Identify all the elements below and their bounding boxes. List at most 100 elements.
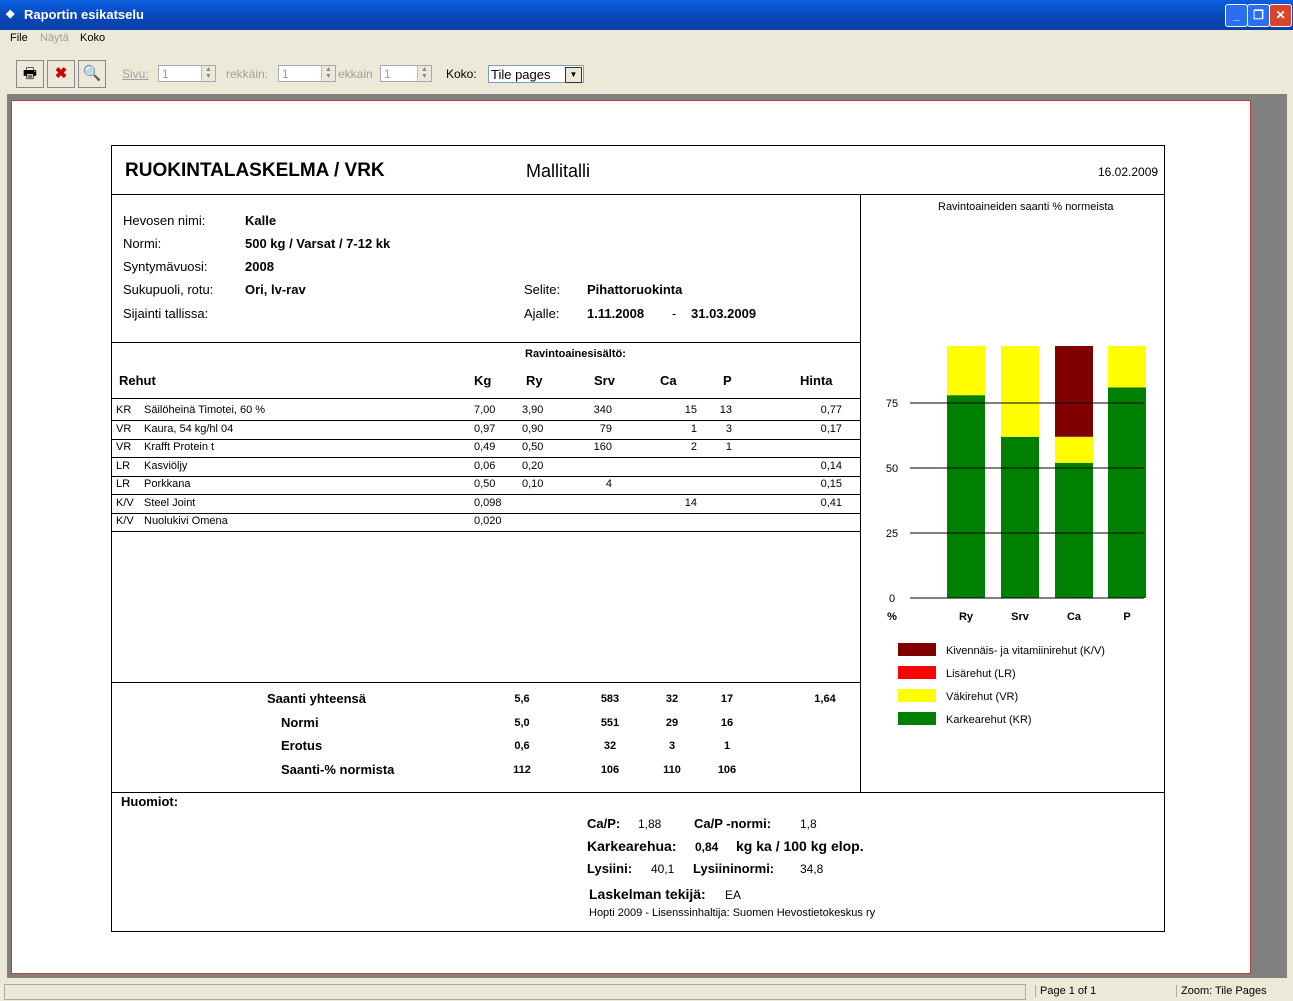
menu-koko[interactable]: Koko — [80, 32, 105, 44]
ajalle-dash: - — [672, 306, 677, 321]
col-kg: Kg — [474, 373, 492, 388]
summary-ca: 3 — [668, 740, 676, 752]
bar-segment — [1108, 346, 1146, 388]
y-axis-label: % — [887, 611, 897, 623]
row-srv: 4 — [605, 478, 612, 490]
row-srv: 340 — [593, 404, 612, 416]
row-name: Kaura, 54 kg/hl 04 — [144, 422, 234, 435]
row-type: K/V — [116, 515, 134, 527]
name-label: Hevosen nimi: — [123, 213, 206, 228]
row-ca: 14 — [684, 496, 697, 509]
col-hinta: Hinta — [800, 373, 833, 388]
row-ry: 0,90 — [522, 422, 544, 435]
ekkain-spinner[interactable]: 1 ▲ ▼ — [380, 65, 432, 82]
spinner-arrows-icon[interactable]: ▲ ▼ — [321, 66, 335, 81]
bar-segment — [1001, 436, 1039, 598]
summary-ry: 0,6 — [514, 740, 530, 752]
printer-icon: 🖶 — [22, 65, 38, 82]
horse-name: Kalle — [245, 213, 277, 228]
row-ca: 1 — [690, 422, 697, 435]
summary-label: Saanti-% normista — [281, 761, 395, 777]
summary-ca: 32 — [665, 693, 679, 705]
selite-label: Selite: — [524, 282, 561, 297]
col-rehut: Rehut — [119, 373, 156, 388]
rekkain-spinner[interactable]: 1 ▲ ▼ — [278, 65, 336, 82]
row-name: Kasviöljy — [144, 459, 188, 472]
row-ca: 2 — [690, 441, 697, 453]
ekkain-label: ekkain — [338, 67, 373, 81]
close-preview-button[interactable]: ✖ — [47, 60, 75, 88]
status-bar: Page 1 of 1 Zoom: Tile Pages — [0, 982, 1293, 1001]
huomiot-label: Huomiot: — [121, 794, 179, 809]
born-value: 2008 — [245, 259, 274, 274]
menu-bar: File Näytä Koko — [0, 30, 1293, 48]
row-kg: 7,00 — [474, 404, 496, 416]
chart-title: Ravintoaineiden saanti % normeista — [938, 201, 1114, 213]
menu-nayta[interactable]: Näytä — [40, 32, 69, 44]
ajalle-to: 31.03.2009 — [691, 306, 757, 321]
chevron-down-icon[interactable]: ▼ — [565, 67, 582, 83]
row-type: LR — [116, 459, 131, 472]
summary-label: Erotus — [281, 738, 323, 753]
legend-label: Kivennäis- ja vitamiinirehut (K/V) — [946, 645, 1105, 657]
menu-file[interactable]: File — [10, 32, 28, 44]
legend-label: Väkirehut (VR) — [946, 691, 1018, 703]
legend-swatch — [898, 643, 936, 656]
summary-ca: 110 — [663, 763, 681, 776]
sivu-spinner[interactable]: 1 ▲ ▼ — [158, 65, 216, 82]
koko-select[interactable]: Tile pages ▼ — [488, 65, 584, 83]
born-label: Syntymävuosi: — [123, 259, 208, 274]
status-zoom: Zoom: Tile Pages — [1176, 985, 1267, 997]
bar-segment — [947, 346, 985, 396]
x-tick-label: Ca — [1067, 611, 1082, 623]
koko-label: Koko: — [446, 67, 477, 81]
row-ry: 3,90 — [522, 404, 544, 416]
table-row: K/V Nuolukivi Omena 0,020 — [112, 513, 861, 532]
row-type: LR — [116, 478, 131, 490]
bar-segment — [947, 395, 985, 598]
row-kg: 0,06 — [474, 459, 496, 472]
summary-label: Saanti yhteensä — [267, 691, 366, 706]
close-button[interactable]: ✕ — [1269, 4, 1292, 27]
row-hinta: 0,41 — [820, 496, 842, 509]
legend-swatch — [898, 712, 936, 725]
row-kg: 0,098 — [474, 496, 502, 509]
magnifier-icon: 🔍 — [82, 65, 102, 82]
norm-value: 500 kg / Varsat / 7-12 kk — [245, 236, 391, 251]
x-tick-label: P — [1123, 611, 1130, 623]
report-title: RUOKINTALASKELMA / VRK — [125, 160, 385, 181]
col-p: P — [723, 373, 732, 388]
row-hinta: 0,14 — [820, 459, 842, 472]
row-hinta: 0,77 — [820, 404, 842, 416]
row-hinta: 0,17 — [820, 422, 842, 435]
row-type: K/V — [116, 496, 134, 509]
report-date: 16.02.2009 — [1098, 165, 1159, 179]
preview-viewport[interactable]: RUOKINTALASKELMA / VRK Mallitalli 16.02.… — [7, 94, 1287, 978]
row-ca: 15 — [684, 404, 697, 416]
table-row: VR Kaura, 54 kg/hl 04 0,97 0,90 79 1 3 0,17 — [112, 421, 861, 440]
row-type: KR — [116, 404, 132, 416]
toolbar: 🖶 ✖ 🔍 Sivu: 1 ▲ ▼ rekkäin: 1 ▲ ▼ ekkain 1 … — [0, 52, 1293, 92]
minimize-button[interactable]: _ — [1225, 4, 1248, 27]
col-srv: Srv — [594, 373, 615, 388]
spinner-arrows-icon[interactable]: ▲ ▼ — [201, 66, 215, 81]
row-name: Steel Joint — [144, 496, 196, 509]
location-label: Sijainti tallissa: — [123, 306, 209, 321]
bar-segment — [1055, 436, 1093, 463]
y-tick-label: 0 — [889, 593, 895, 605]
row-ry: 0,20 — [522, 459, 544, 472]
table-row: VR Krafft Protein t 0,49 0,50 160 2 1 — [112, 439, 861, 458]
summary-srv: 583 — [600, 693, 620, 705]
spinner-arrows-icon[interactable]: ▲ ▼ — [417, 66, 431, 81]
lysiini-label: Lysiini: — [587, 861, 633, 876]
row-srv: 79 — [599, 422, 612, 435]
row-type: VR — [116, 441, 132, 453]
restore-button[interactable]: ❐ — [1247, 4, 1270, 27]
legend-label: Karkearehut (KR) — [946, 714, 1032, 726]
stable-name: Mallitalli — [526, 161, 591, 181]
window-title-bar[interactable]: ◆ Raportin esikatselu _ ❐ ✕ — [0, 0, 1293, 30]
zoom-button[interactable]: 🔍 — [78, 60, 106, 88]
summary-label: Normi — [281, 714, 319, 730]
print-button[interactable]: 🖶 — [16, 60, 44, 88]
summary-p: 1 — [723, 740, 731, 752]
